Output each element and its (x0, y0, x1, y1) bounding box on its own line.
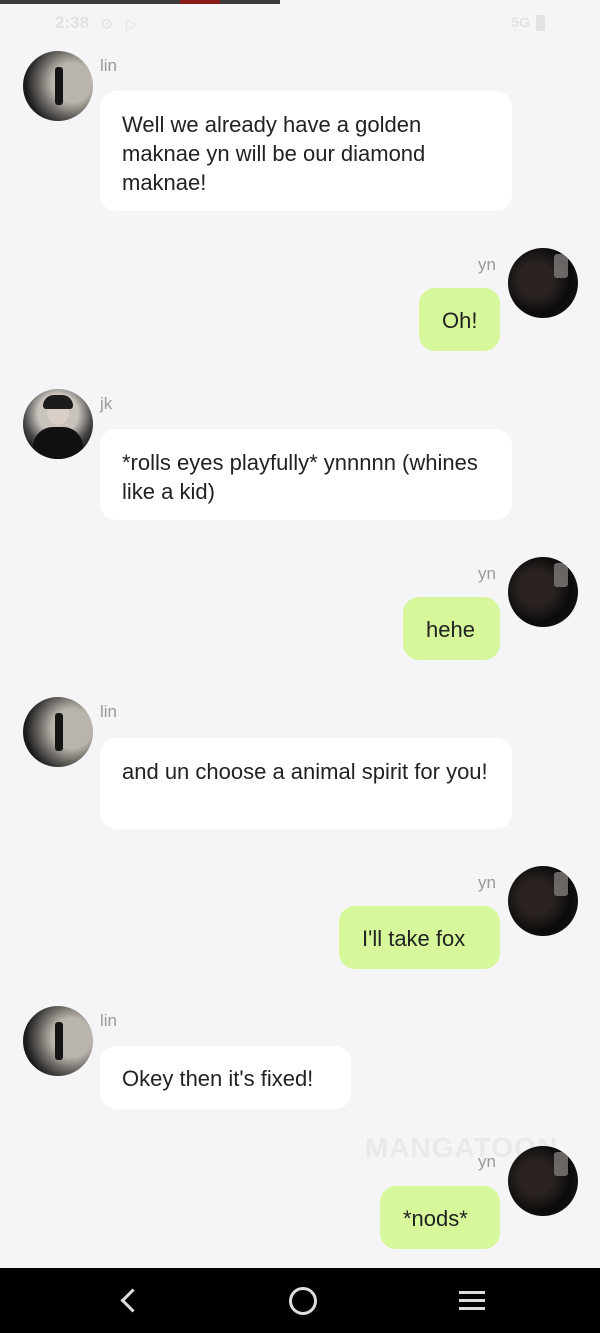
message-bubble-outgoing: *nods* (380, 1186, 500, 1249)
sender-name: lin (100, 702, 118, 721)
battery-icon (536, 15, 545, 31)
menu-button[interactable] (433, 1268, 513, 1333)
status-time: 2:38 (55, 13, 90, 32)
settings-status-icon: ⚙ (100, 16, 114, 33)
message-bubble-incoming: and un choose a animal spirit for you! (100, 738, 512, 829)
avatar-yn[interactable] (508, 866, 578, 936)
back-button[interactable] (90, 1268, 170, 1333)
avatar-yn[interactable] (508, 557, 578, 627)
message-bubble-outgoing: hehe (403, 597, 500, 660)
sender-name: jk (100, 394, 113, 413)
sender-name: lin (100, 1011, 118, 1030)
play-status-icon: ▷ (126, 16, 138, 33)
message-bubble-outgoing: I'll take fox (339, 906, 500, 969)
message-bubble-outgoing: Oh! (419, 288, 500, 351)
avatar-yn[interactable] (508, 248, 578, 318)
avatar-lin[interactable] (23, 51, 93, 121)
status-bar: 2:38 ⚙ ▷ 5G (0, 0, 600, 44)
message-bubble-incoming: *rolls eyes playfully* ynnnnn (whines li… (100, 429, 512, 520)
network-indicator: 5G (511, 14, 530, 30)
navigation-bar (0, 1268, 600, 1333)
avatar-lin[interactable] (23, 1006, 93, 1076)
back-icon (120, 1288, 145, 1313)
avatar-yn[interactable] (508, 1146, 578, 1216)
sender-name: lin (100, 56, 118, 75)
home-button[interactable] (263, 1268, 343, 1333)
avatar-jk[interactable] (23, 389, 93, 459)
message-bubble-incoming: Well we already have a golden maknae yn … (100, 91, 512, 211)
message-bubble-incoming: Okey then it's fixed! (100, 1046, 351, 1109)
sender-name: yn (478, 255, 496, 274)
sender-name: yn (478, 873, 496, 892)
sender-name: yn (478, 1152, 496, 1171)
sender-name: yn (478, 564, 496, 583)
avatar-lin[interactable] (23, 697, 93, 767)
home-icon (289, 1287, 317, 1315)
